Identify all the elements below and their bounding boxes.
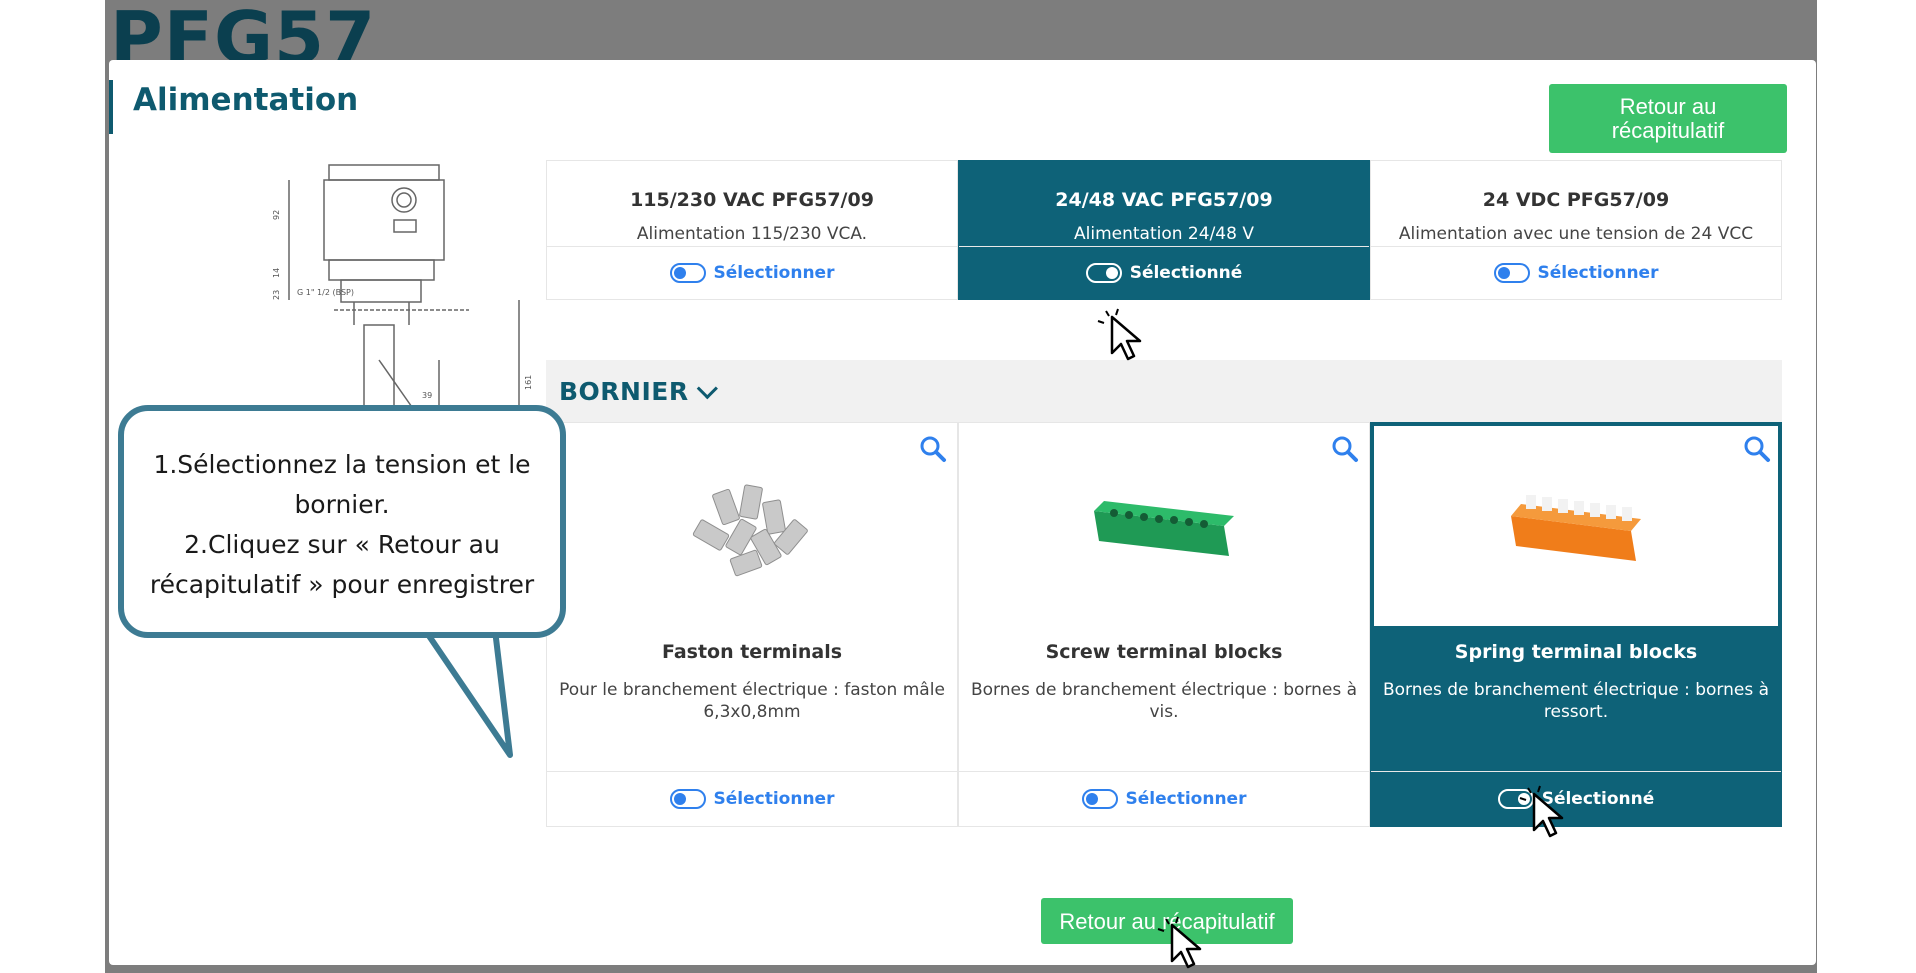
- instruction-callout: 1.Sélectionnez la tension et le bornier.…: [118, 405, 566, 638]
- zoom-icon[interactable]: [1743, 435, 1771, 463]
- card-description: Alimentation 24/48 V: [1074, 224, 1254, 244]
- select-label[interactable]: Sélectionner: [714, 263, 835, 283]
- card-description: Alimentation 115/230 VCA.: [636, 224, 868, 244]
- card-name: Faston terminals: [661, 641, 843, 663]
- return-summary-button-top[interactable]: Retour au récapitulatif: [1549, 84, 1787, 153]
- callout-tail: [422, 630, 513, 758]
- alimentation-cards-row: 115/230 VAC PFG57/09 Alimentation 115/23…: [546, 160, 1782, 300]
- callout-line-1: 1.Sélectionnez la tension et le bornier.: [153, 450, 531, 519]
- card-spring-terminal-blocks[interactable]: Spring terminal blocks Bornes de branche…: [1370, 422, 1782, 827]
- toggle-icon[interactable]: [1085, 263, 1122, 283]
- toggle-icon[interactable]: [669, 789, 706, 809]
- pointer-cursor-icon: [1157, 916, 1202, 969]
- card-name: Screw terminal blocks: [1045, 641, 1283, 663]
- card-screw-terminal-blocks[interactable]: Screw terminal blocks Bornes de branchem…: [958, 422, 1370, 827]
- card-select-footer[interactable]: Sélectionner: [959, 771, 1369, 826]
- selected-label[interactable]: Sélectionné: [1130, 263, 1243, 283]
- svg-text:161: 161: [524, 375, 533, 390]
- chevron-down-icon: [696, 377, 718, 399]
- pointer-cursor-icon: [1519, 785, 1564, 838]
- card-select-footer[interactable]: Sélectionné: [959, 246, 1369, 299]
- options-panel: 115/230 VAC PFG57/09 Alimentation 115/23…: [546, 160, 1796, 885]
- card-description: Bornes de branchement électrique : borne…: [1382, 680, 1770, 722]
- card-name: 24/48 VAC PFG57/09: [1055, 189, 1273, 211]
- spring-terminal-image: [1374, 426, 1778, 626]
- card-name: Spring terminal blocks: [1454, 641, 1698, 663]
- section-title: BORNIER: [559, 376, 689, 406]
- toggle-icon[interactable]: [1493, 263, 1530, 283]
- callout-text: 1.Sélectionnez la tension et le bornier.…: [124, 445, 560, 605]
- toggle-icon[interactable]: [1081, 789, 1118, 809]
- card-select-footer[interactable]: Sélectionner: [547, 771, 957, 826]
- pointer-cursor-icon: [1097, 308, 1142, 361]
- card-faston-terminals[interactable]: Faston terminals Pour le branchement éle…: [546, 422, 958, 827]
- svg-text:14: 14: [272, 268, 281, 278]
- zoom-icon[interactable]: [919, 435, 947, 463]
- select-label[interactable]: Sélectionner: [1538, 263, 1659, 283]
- card-description: Pour le branchement électrique : faston …: [559, 680, 945, 722]
- callout-line-2: 2.Cliquez sur « Retour au récapitulatif …: [149, 530, 535, 599]
- screw-terminal-image: [959, 423, 1369, 628]
- title-accent-bar: [109, 80, 113, 134]
- card-name: 115/230 VAC PFG57/09: [630, 189, 874, 211]
- card-select-footer[interactable]: Sélectionner: [1371, 246, 1781, 299]
- svg-text:23: 23: [272, 290, 281, 300]
- faston-terminals-image: [547, 423, 957, 628]
- card-select-footer[interactable]: Sélectionné: [1371, 771, 1781, 826]
- card-name: 24 VDC PFG57/09: [1482, 189, 1670, 211]
- svg-text:39: 39: [422, 391, 432, 400]
- card-24-48-vac[interactable]: 24/48 VAC PFG57/09 Alimentation 24/48 V …: [958, 160, 1370, 300]
- select-label[interactable]: Sélectionner: [1126, 789, 1247, 809]
- card-115-230-vac[interactable]: 115/230 VAC PFG57/09 Alimentation 115/23…: [546, 160, 958, 300]
- bornier-section-header[interactable]: BORNIER: [546, 360, 1782, 422]
- bornier-cards-row: Faston terminals Pour le branchement éle…: [546, 422, 1782, 827]
- select-label[interactable]: Sélectionner: [714, 789, 835, 809]
- modal-title: Alimentation: [133, 82, 359, 118]
- toggle-icon[interactable]: [669, 263, 706, 283]
- card-24-vdc[interactable]: 24 VDC PFG57/09 Alimentation avec une te…: [1370, 160, 1782, 300]
- svg-text:G 1" 1/2 (BSP): G 1" 1/2 (BSP): [297, 288, 354, 297]
- card-select-footer[interactable]: Sélectionner: [547, 246, 957, 299]
- zoom-icon[interactable]: [1331, 435, 1359, 463]
- card-description: Alimentation avec une tension de 24 VCC: [1398, 224, 1754, 244]
- svg-text:92: 92: [272, 210, 281, 220]
- card-description: Bornes de branchement électrique : borne…: [970, 680, 1358, 722]
